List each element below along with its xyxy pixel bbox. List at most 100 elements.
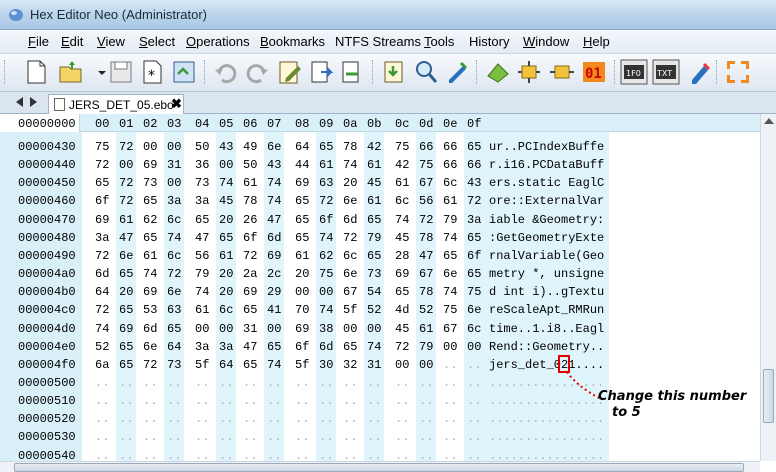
- close-tab-icon[interactable]: ✖: [171, 96, 182, 112]
- hex-byte[interactable]: 64: [295, 140, 309, 154]
- hex-byte[interactable]: 28: [395, 249, 409, 263]
- hex-byte[interactable]: 47: [119, 231, 133, 245]
- hex-byte[interactable]: 5f: [195, 358, 209, 372]
- text-mode-button[interactable]: TXT: [652, 58, 680, 86]
- hex-byte[interactable]: ..: [95, 449, 109, 461]
- new-button[interactable]: [22, 58, 50, 86]
- hex-byte[interactable]: 75: [95, 140, 109, 154]
- hex-byte[interactable]: 65: [119, 267, 133, 281]
- hex-byte[interactable]: 64: [219, 358, 233, 372]
- hex-byte[interactable]: 73: [167, 358, 181, 372]
- hex-byte[interactable]: 00: [219, 158, 233, 172]
- hex-byte[interactable]: 31: [367, 358, 381, 372]
- hex-byte[interactable]: 74: [195, 285, 209, 299]
- hex-byte[interactable]: 72: [119, 176, 133, 190]
- hex-row[interactable]: 00000530................................…: [0, 428, 760, 446]
- hex-byte[interactable]: 64: [95, 285, 109, 299]
- redo-button[interactable]: [243, 58, 271, 86]
- hex-row[interactable]: 00000440 72 00 69 31 36 00 50 43 44 61 74 61 42 75 66 66…: [0, 156, 760, 174]
- hex-byte[interactable]: ..: [219, 412, 233, 426]
- edit-button[interactable]: [276, 58, 304, 86]
- hex-byte[interactable]: ..: [467, 358, 481, 372]
- hex-byte[interactable]: 47: [267, 213, 281, 227]
- hex-byte[interactable]: 3a: [95, 231, 109, 245]
- hex-byte[interactable]: ..: [167, 449, 181, 461]
- hex-byte[interactable]: 70: [295, 303, 309, 317]
- hex-byte[interactable]: 52: [367, 303, 381, 317]
- hex-byte[interactable]: 61: [243, 176, 257, 190]
- hex-byte[interactable]: ..: [419, 394, 433, 408]
- hex-byte[interactable]: 6c: [167, 249, 181, 263]
- hex-byte[interactable]: ..: [95, 412, 109, 426]
- hex-byte[interactable]: 00: [195, 322, 209, 336]
- hex-byte[interactable]: 52: [419, 303, 433, 317]
- hex-byte[interactable]: 42: [367, 140, 381, 154]
- hex-byte[interactable]: 61: [419, 322, 433, 336]
- menu-history[interactable]: History: [469, 34, 509, 49]
- hex-byte[interactable]: 74: [443, 231, 457, 245]
- hex-byte[interactable]: ..: [343, 430, 357, 444]
- hex-byte[interactable]: 72: [419, 213, 433, 227]
- hex-byte[interactable]: 50: [195, 140, 209, 154]
- hex-byte[interactable]: 65: [143, 231, 157, 245]
- ascii-text[interactable]: ers.static EaglC: [489, 176, 604, 190]
- hex-byte[interactable]: ..: [367, 376, 381, 390]
- undo-button[interactable]: [212, 58, 240, 86]
- hex-byte[interactable]: 61: [367, 194, 381, 208]
- hex-byte[interactable]: 61: [143, 249, 157, 263]
- hex-byte[interactable]: 6f: [319, 213, 333, 227]
- hex-byte[interactable]: 75: [319, 267, 333, 281]
- hex-byte[interactable]: 2a: [243, 267, 257, 281]
- hex-byte[interactable]: 43: [467, 176, 481, 190]
- ascii-text[interactable]: Rend::Geometry..: [489, 340, 604, 354]
- hex-byte[interactable]: 45: [395, 231, 409, 245]
- hex-byte[interactable]: 49: [243, 140, 257, 154]
- hex-byte[interactable]: 6c: [395, 194, 409, 208]
- menu-select[interactable]: Select: [139, 34, 175, 49]
- hex-byte[interactable]: 74: [95, 322, 109, 336]
- hex-row[interactable]: 000004d0 74 69 6d 65 00 00 31 00 69 38 00 00 45 61 67 6c…: [0, 320, 760, 338]
- hex-byte[interactable]: 6e: [343, 267, 357, 281]
- hex-byte[interactable]: ..: [295, 394, 309, 408]
- hex-byte[interactable]: 73: [143, 176, 157, 190]
- hex-byte[interactable]: 43: [267, 158, 281, 172]
- hex-byte[interactable]: 61: [443, 194, 457, 208]
- hex-byte[interactable]: 69: [243, 285, 257, 299]
- hex-byte[interactable]: ..: [319, 430, 333, 444]
- hex-byte[interactable]: 72: [119, 140, 133, 154]
- hex-byte[interactable]: ..: [267, 412, 281, 426]
- hex-byte[interactable]: 6d: [319, 340, 333, 354]
- select-range-button[interactable]: [548, 58, 576, 86]
- ascii-text[interactable]: time..1.i8..Eagl: [489, 322, 604, 336]
- hex-byte[interactable]: ..: [267, 376, 281, 390]
- hex-byte[interactable]: 79: [443, 213, 457, 227]
- hex-byte[interactable]: 26: [243, 213, 257, 227]
- hex-byte[interactable]: ..: [419, 449, 433, 461]
- hex-byte[interactable]: ..: [119, 376, 133, 390]
- hex-row[interactable]: 00000490 72 6e 61 6c 56 61 72 69 61 62 6c 65 28 47 65 6f…: [0, 247, 760, 265]
- hex-byte[interactable]: 65: [295, 194, 309, 208]
- hex-byte[interactable]: 32: [343, 358, 357, 372]
- hex-byte[interactable]: 61: [295, 249, 309, 263]
- hex-byte[interactable]: 65: [243, 358, 257, 372]
- hex-byte[interactable]: ..: [395, 430, 409, 444]
- hex-byte[interactable]: ..: [167, 412, 181, 426]
- hex-byte[interactable]: 00: [143, 140, 157, 154]
- hex-byte[interactable]: 62: [319, 249, 333, 263]
- hex-byte[interactable]: 69: [119, 322, 133, 336]
- replace-button[interactable]: [443, 58, 471, 86]
- hex-byte[interactable]: 69: [295, 176, 309, 190]
- hex-byte[interactable]: 00: [167, 140, 181, 154]
- hex-byte[interactable]: 47: [195, 231, 209, 245]
- hex-editor-view[interactable]: 00000000 00 01 02 03 04 05 06 07 08 09 0a 0b 0c 0d 0e 0…: [0, 114, 760, 461]
- hex-byte[interactable]: ..: [243, 449, 257, 461]
- ascii-text[interactable]: rnalVariable(Geo: [489, 249, 604, 263]
- hex-byte[interactable]: ..: [195, 412, 209, 426]
- hex-byte[interactable]: ..: [267, 449, 281, 461]
- hex-byte[interactable]: ..: [419, 430, 433, 444]
- hex-byte[interactable]: ..: [443, 449, 457, 461]
- hex-byte[interactable]: 6f: [243, 231, 257, 245]
- hex-byte[interactable]: ..: [443, 358, 457, 372]
- ascii-text[interactable]: :GetGeometryExte: [489, 231, 604, 245]
- hex-byte[interactable]: 50: [243, 158, 257, 172]
